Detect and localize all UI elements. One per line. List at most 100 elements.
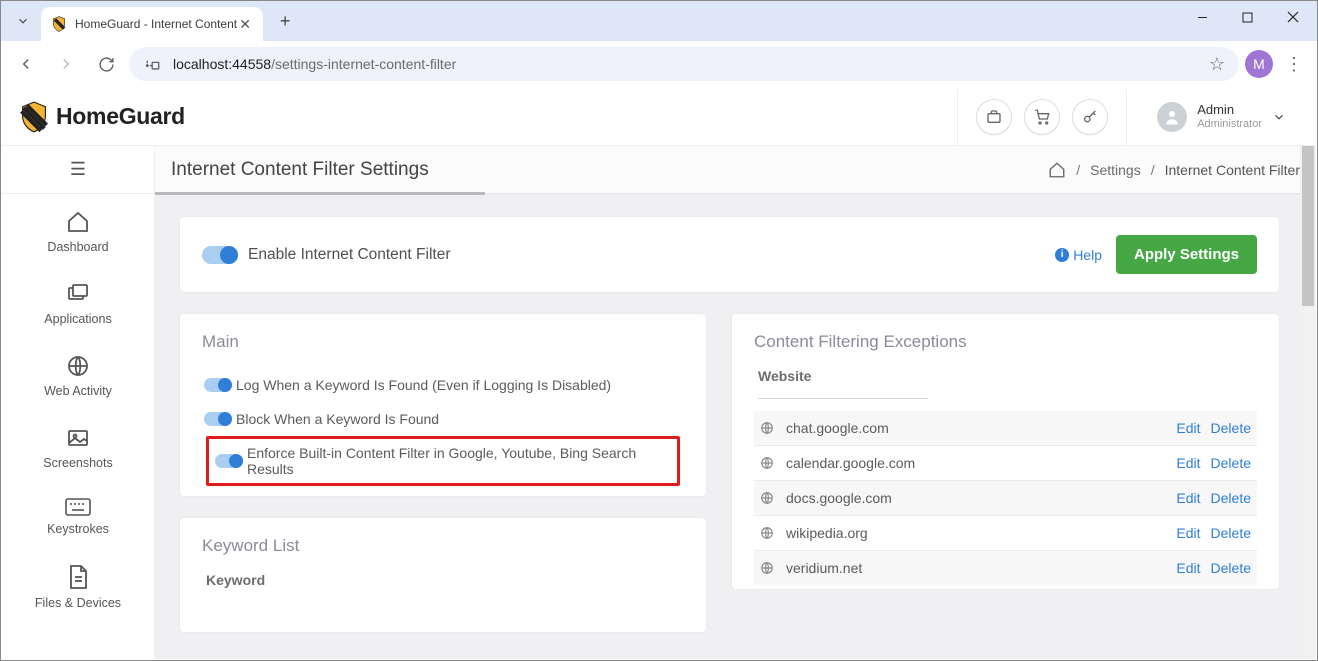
new-tab-button[interactable]: + <box>271 7 299 35</box>
divider <box>1126 89 1127 145</box>
home-icon <box>66 210 90 234</box>
delete-link[interactable]: Delete <box>1211 420 1251 436</box>
keyword-title: Keyword List <box>202 536 684 556</box>
window-close-button[interactable] <box>1270 1 1315 33</box>
exception-site: veridium.net <box>786 560 1166 576</box>
sidebar-item-label: Web Activity <box>44 384 112 398</box>
browser-menu-button[interactable]: ⋮ <box>1279 54 1309 75</box>
windows-icon <box>66 282 90 306</box>
toggle-block-keyword[interactable] <box>204 412 232 426</box>
progress-indicator <box>155 192 485 195</box>
user-avatar-icon <box>1157 102 1187 132</box>
sidebar-item-label: Keystrokes <box>47 522 109 536</box>
sidebar-item-label: Files & Devices <box>35 596 121 610</box>
left-column: Main Log When a Keyword Is Found (Even i… <box>179 313 707 653</box>
help-link[interactable]: i Help <box>1055 247 1102 263</box>
nav-forward-button[interactable] <box>49 47 83 81</box>
window-minimize-button[interactable] <box>1180 1 1225 33</box>
tabs-dropdown-button[interactable] <box>9 7 37 35</box>
sidebar-item-label: Applications <box>44 312 111 326</box>
key-button[interactable] <box>1072 99 1108 135</box>
exception-row: docs.google.com Edit Delete <box>754 480 1257 515</box>
address-bar-row: localhost:44558/settings-internet-conten… <box>1 41 1317 87</box>
two-column: Main Log When a Keyword Is Found (Even i… <box>179 313 1280 653</box>
scrollbar-thumb[interactable] <box>1302 146 1314 306</box>
globe-icon <box>760 491 776 505</box>
globe-icon <box>760 456 776 470</box>
url-text: localhost:44558/settings-internet-conten… <box>173 56 456 72</box>
cart-button[interactable] <box>1024 99 1060 135</box>
content-top-bar: Internet Content Filter Settings / Setti… <box>155 146 1316 194</box>
image-icon <box>66 426 90 450</box>
opt-log-keyword: Log When a Keyword Is Found (Even if Log… <box>202 368 684 402</box>
bookmark-star-icon[interactable]: ☆ <box>1209 54 1225 75</box>
brand-logo[interactable]: HomeGuard <box>20 101 185 133</box>
breadcrumb-settings[interactable]: Settings <box>1090 162 1141 178</box>
toggle-enforce-filter[interactable] <box>215 454 243 468</box>
divider <box>957 89 958 145</box>
app-body: ☰ Dashboard Applications Web Activity Sc… <box>2 146 1316 659</box>
sidebar-item-screenshots[interactable]: Screenshots <box>2 410 154 482</box>
briefcase-button[interactable] <box>976 99 1012 135</box>
hamburger-button[interactable]: ☰ <box>63 155 93 185</box>
content-scroll: Enable Internet Content Filter i Help Ap… <box>155 194 1316 659</box>
tab-close-button[interactable]: ✕ <box>237 16 253 32</box>
sidebar-item-dashboard[interactable]: Dashboard <box>2 194 154 266</box>
site-info-icon[interactable] <box>143 54 163 74</box>
main-card: Main Log When a Keyword Is Found (Even i… <box>179 313 707 497</box>
globe-icon <box>760 526 776 540</box>
sidebar-item-web-activity[interactable]: Web Activity <box>2 338 154 410</box>
exceptions-card: Content Filtering Exceptions Website cha… <box>731 313 1280 590</box>
sidebar-item-files-devices[interactable]: Files & Devices <box>2 548 154 622</box>
exception-site: chat.google.com <box>786 420 1166 436</box>
file-icon <box>67 564 89 590</box>
window-controls <box>1180 1 1315 33</box>
app-header: HomeGuard Admin Administrator <box>2 88 1316 146</box>
exception-row: wikipedia.org Edit Delete <box>754 515 1257 550</box>
apply-settings-button[interactable]: Apply Settings <box>1116 235 1257 274</box>
sidebar-item-label: Dashboard <box>47 240 108 254</box>
tab-strip: HomeGuard - Internet Content ✕ + <box>1 1 1317 41</box>
divider <box>758 398 928 399</box>
vertical-scrollbar[interactable] <box>1300 146 1316 659</box>
address-bar[interactable]: localhost:44558/settings-internet-conten… <box>129 47 1239 81</box>
tab-title: HomeGuard - Internet Content <box>75 17 237 31</box>
sidebar-item-keystrokes[interactable]: Keystrokes <box>2 482 154 548</box>
info-icon: i <box>1055 248 1069 262</box>
enable-toggle[interactable] <box>202 246 238 264</box>
nav-reload-button[interactable] <box>89 47 123 81</box>
browser-tab[interactable]: HomeGuard - Internet Content ✕ <box>41 7 263 41</box>
delete-link[interactable]: Delete <box>1211 560 1251 576</box>
sidebar-item-applications[interactable]: Applications <box>2 266 154 338</box>
keyboard-icon <box>65 498 91 516</box>
keyword-col-header: Keyword <box>206 572 684 588</box>
edit-link[interactable]: Edit <box>1176 490 1200 506</box>
enable-label: Enable Internet Content Filter <box>248 246 450 264</box>
delete-link[interactable]: Delete <box>1211 490 1251 506</box>
tab-favicon-icon <box>51 16 67 32</box>
exception-row: veridium.net Edit Delete <box>754 550 1257 585</box>
opt-enforce-filter: Enforce Built-in Content Filter in Googl… <box>213 445 673 477</box>
nav-back-button[interactable] <box>9 47 43 81</box>
breadcrumb-current: Internet Content Filter <box>1165 162 1300 178</box>
exception-site: docs.google.com <box>786 490 1166 506</box>
edit-link[interactable]: Edit <box>1176 455 1200 471</box>
home-icon[interactable] <box>1048 161 1066 179</box>
page-title: Internet Content Filter Settings <box>171 159 429 181</box>
toggle-log-keyword[interactable] <box>204 378 232 392</box>
shield-icon <box>20 101 48 133</box>
edit-link[interactable]: Edit <box>1176 420 1200 436</box>
sidebar-item-label: Screenshots <box>43 456 112 470</box>
keyword-card: Keyword List Keyword <box>179 517 707 633</box>
window-maximize-button[interactable] <box>1225 1 1270 33</box>
exceptions-title: Content Filtering Exceptions <box>754 332 1257 352</box>
delete-link[interactable]: Delete <box>1211 455 1251 471</box>
opt-label: Block When a Keyword Is Found <box>236 411 439 427</box>
exception-row: calendar.google.com Edit Delete <box>754 445 1257 480</box>
user-menu[interactable]: Admin Administrator <box>1145 102 1298 132</box>
delete-link[interactable]: Delete <box>1211 525 1251 541</box>
edit-link[interactable]: Edit <box>1176 560 1200 576</box>
profile-avatar[interactable]: M <box>1245 50 1273 78</box>
exception-site: calendar.google.com <box>786 455 1166 471</box>
edit-link[interactable]: Edit <box>1176 525 1200 541</box>
